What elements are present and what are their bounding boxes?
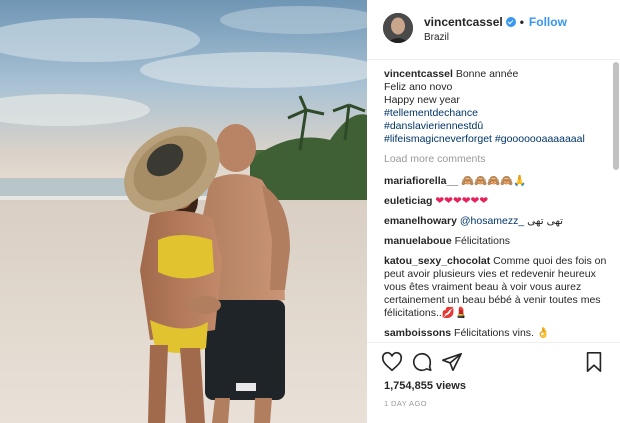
comment-text: Félicitations vins. 👌: [454, 327, 550, 339]
header-username-row: vincentcassel • Follow: [424, 15, 567, 29]
avatar[interactable]: [383, 13, 413, 43]
caption-username[interactable]: vincentcassel: [384, 68, 453, 80]
speech-bubble-icon[interactable]: [411, 351, 433, 373]
comment-text: تهى تهى: [527, 215, 564, 227]
comment-text: Félicitations: [454, 235, 511, 247]
caption-line: Feliz ano novo: [384, 81, 453, 93]
views-count[interactable]: 1,754,855 views: [384, 380, 466, 392]
comment-username[interactable]: euleticiag: [384, 195, 432, 207]
post-timestamp[interactable]: 1 DAY AGO: [384, 399, 427, 408]
hashtag-link[interactable]: #gooooooaaaaaaal: [495, 133, 585, 145]
heart-outline-icon[interactable]: [381, 351, 403, 373]
load-more-comments-button[interactable]: Load more comments: [384, 153, 610, 166]
comment-item: katou_sexy_chocolat Comme quoi des fois …: [384, 255, 610, 320]
caption: vincentcassel Bonne année Feliz ano novo…: [384, 68, 610, 146]
beach-couple-photo: [0, 0, 367, 423]
post-photo[interactable]: [0, 0, 367, 423]
comment-item: manuelaboue Félicitations: [384, 235, 610, 248]
post-side-panel: vincentcassel • Follow Brazil vincentcasse…: [367, 0, 620, 423]
comment-username[interactable]: katou_sexy_chocolat: [384, 255, 490, 267]
comment-username[interactable]: mariafiorella__: [384, 175, 458, 187]
verified-badge-icon: [505, 17, 516, 27]
paper-plane-icon[interactable]: [441, 351, 463, 373]
header-separator: •: [519, 15, 524, 29]
comment-username[interactable]: samboissons: [384, 327, 451, 339]
caption-first-line: vincentcassel Bonne année: [384, 68, 610, 81]
location-link[interactable]: Brazil: [424, 32, 449, 43]
hashtag-link[interactable]: #tellementdechance: [384, 107, 610, 120]
avatar-image: [383, 13, 413, 43]
comment-text: 🙈🙈🙈🙈🙏: [461, 175, 527, 187]
comment-mention[interactable]: @hosamezz_: [460, 215, 524, 227]
header-username[interactable]: vincentcassel: [424, 15, 503, 29]
comment-username[interactable]: manuelaboue: [384, 235, 452, 247]
comments-scrollbar[interactable]: [613, 62, 619, 170]
comment-item: euleticiag ❤❤❤❤❤❤: [384, 195, 610, 208]
bookmark-icon[interactable]: [583, 351, 605, 373]
comment-item: emanelhowary @hosamezz_ تهى تهى: [384, 215, 610, 228]
comment-item: mariafiorella__ 🙈🙈🙈🙈🙏: [384, 175, 610, 188]
comment-username[interactable]: emanelhowary: [384, 215, 457, 227]
hashtag-link[interactable]: #lifeismagicneverforget: [384, 133, 492, 145]
hashtag-link[interactable]: #danslavieriennestdû: [384, 120, 610, 133]
caption-text: Bonne année: [455, 68, 519, 80]
follow-button[interactable]: Follow: [529, 15, 567, 29]
comments-list[interactable]: vincentcassel Bonne année Feliz ano novo…: [367, 60, 620, 342]
comment-text: ❤❤❤❤❤❤: [435, 195, 489, 207]
hashtag-link: #lifeismagicneverforget #gooooooaaaaaaal: [384, 133, 610, 146]
caption-line: Happy new year: [384, 94, 460, 106]
comment-item: samboissons Félicitations vins. 👌: [384, 327, 610, 340]
post-header: vincentcassel • Follow Brazil: [367, 0, 620, 60]
action-bar: [367, 342, 620, 376]
